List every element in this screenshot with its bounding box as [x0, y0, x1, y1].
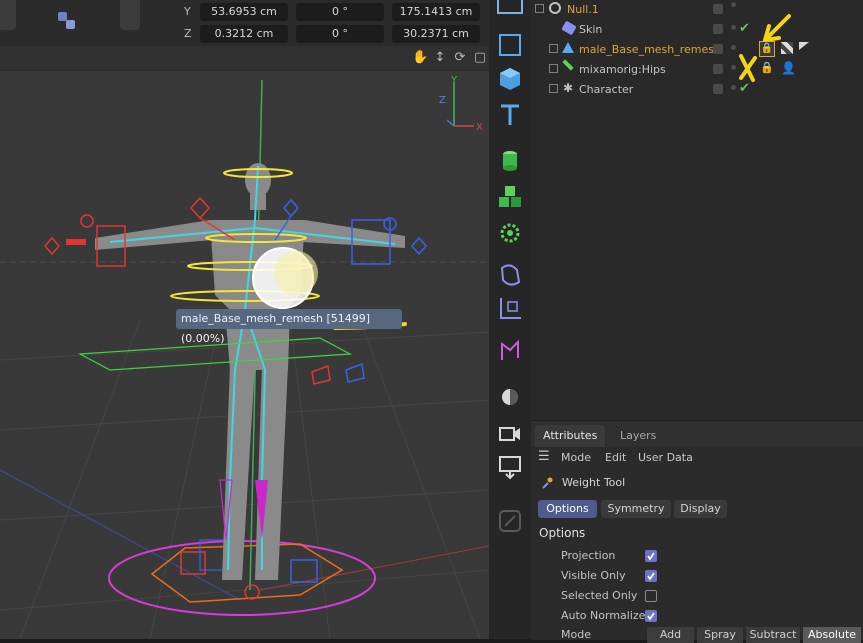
menu-mode[interactable]: Mode	[561, 451, 591, 464]
mode-absolute-button[interactable]: Absolute	[803, 627, 861, 643]
object-name: male_Base_mesh_remesh	[579, 43, 721, 56]
viewport-toolbar: ✋ ↕ ⟳ ▢	[0, 46, 489, 71]
object-name: Skin	[579, 23, 603, 36]
menu-user-data[interactable]: User Data	[638, 451, 693, 464]
character-icon: ✱	[563, 81, 574, 95]
mograph-icon[interactable]	[497, 338, 523, 364]
z-position-field[interactable]: 0.3212 cm	[200, 25, 288, 43]
window-icon[interactable]: ▢	[472, 50, 488, 66]
visibility-toggle[interactable]	[713, 24, 723, 34]
text-tool-icon[interactable]	[497, 102, 523, 128]
object-row-hips[interactable]: mixamorig:Hips 🔒 👤	[531, 59, 863, 80]
annotation-marks	[739, 14, 791, 82]
coordinates-panel: Y 53.6953 cm 0 ° 175.1413 cm Z 0.3212 cm…	[0, 0, 489, 46]
y-size-field[interactable]: 175.1413 cm	[392, 3, 480, 21]
cloner-icon[interactable]	[497, 184, 523, 210]
option-projection-checkbox[interactable]	[645, 550, 657, 562]
option-visible-only-label: Visible Only	[561, 569, 626, 582]
scene-canvas[interactable]: Y Z X	[0, 70, 489, 639]
option-auto-normalize-label: Auto Normalize	[561, 609, 646, 622]
menu-edit[interactable]: Edit	[605, 451, 626, 464]
tab-display[interactable]: Display	[674, 500, 727, 518]
move-icon[interactable]: ↕	[432, 50, 448, 66]
object-row-mesh[interactable]: male_Base_mesh_remesh 🔒	[531, 40, 863, 60]
3d-viewport[interactable]: ✋ ↕ ⟳ ▢ Y Z X male_Base_mesh_remesh [514…	[0, 46, 489, 639]
attributes-panel: Attributes Layers ☰ Mode Edit User Data …	[531, 420, 863, 643]
mesh-tooltip: male_Base_mesh_remesh [51499] (0.00%)	[176, 309, 402, 345]
object-manager: Null.1 Skin ✔ male_Base_mesh_remesh 🔒 mi…	[531, 0, 863, 420]
object-row-skin[interactable]: Skin ✔	[531, 20, 863, 40]
z-rotation-field[interactable]: 0 °	[296, 25, 384, 43]
mesh-icon	[562, 42, 574, 53]
mode-subtract-button[interactable]: Subtract	[746, 627, 800, 643]
tab-layers[interactable]: Layers	[620, 429, 656, 442]
visibility-toggle[interactable]	[713, 64, 723, 74]
camera-icon[interactable]	[497, 420, 523, 446]
mode-label: Mode	[561, 628, 591, 641]
effector-icon[interactable]	[497, 220, 523, 246]
visibility-toggle[interactable]	[713, 84, 723, 94]
hand-icon[interactable]: ✋	[412, 50, 428, 66]
expand-toggle[interactable]	[549, 64, 558, 73]
hamburger-menu-icon[interactable]: ☰	[538, 450, 550, 463]
disabled-tool-icon[interactable]	[497, 508, 523, 534]
brush-icon	[541, 477, 553, 489]
tab-options[interactable]: Options	[538, 500, 597, 518]
gizmo-x-label: X	[476, 122, 483, 133]
tab-symmetry[interactable]: Symmetry	[601, 500, 671, 518]
null-icon	[549, 2, 561, 14]
object-name: Null.1	[567, 3, 599, 16]
skin-icon	[561, 20, 577, 36]
pointer-tool-icon[interactable]	[497, 0, 523, 14]
gizmo-z-label: Z	[439, 95, 446, 106]
visibility-toggle[interactable]	[713, 44, 723, 54]
option-projection-label: Projection	[561, 549, 616, 562]
mode-add-button[interactable]: Add	[647, 627, 694, 643]
object-name: mixamorig:Hips	[579, 63, 666, 76]
expand-toggle[interactable]	[549, 44, 558, 53]
extrude-icon[interactable]	[497, 148, 523, 174]
option-visible-only-checkbox[interactable]	[645, 570, 657, 582]
section-title: Options	[539, 526, 586, 540]
object-row-null[interactable]: Null.1	[531, 0, 863, 20]
z-axis-line	[0, 469, 241, 601]
joint-icon	[562, 59, 574, 71]
rotate-icon[interactable]: ⟳	[452, 50, 468, 66]
object-name: Character	[579, 83, 634, 96]
y-axis-label: Y	[184, 5, 191, 18]
option-selected-only-checkbox[interactable]	[645, 590, 657, 602]
icon-tile-left[interactable]	[0, 0, 16, 30]
axis-gizmo: Y Z X	[439, 75, 483, 133]
gizmo-y-label: Y	[450, 75, 458, 86]
tab-attributes[interactable]: Attributes	[543, 429, 597, 442]
y-rotation-field[interactable]: 0 °	[296, 3, 384, 21]
floor-icon[interactable]	[497, 454, 523, 480]
visibility-toggle[interactable]	[713, 4, 723, 14]
mode-spray-button[interactable]: Spray	[697, 627, 743, 643]
expand-toggle[interactable]	[549, 84, 558, 93]
cube-icon[interactable]	[497, 66, 523, 92]
z-size-field[interactable]: 30.2371 cm	[392, 25, 480, 43]
tool-palette	[489, 0, 532, 639]
tool-title: Weight Tool	[562, 476, 626, 489]
spline-cube-icon[interactable]	[497, 296, 523, 322]
python-icon[interactable]	[56, 10, 78, 32]
character-mesh	[95, 163, 405, 580]
y-position-field[interactable]: 53.6953 cm	[200, 3, 288, 21]
z-axis-label: Z	[184, 27, 192, 40]
deformer-icon[interactable]	[497, 262, 523, 288]
icon-tile-right[interactable]	[120, 0, 140, 30]
cube-outline-icon[interactable]	[497, 32, 523, 58]
expand-toggle[interactable]	[535, 4, 544, 13]
option-selected-only-label: Selected Only	[561, 589, 638, 602]
light-icon[interactable]	[497, 384, 523, 410]
object-row-character[interactable]: ✱ Character ✔	[531, 80, 863, 100]
option-auto-normalize-checkbox[interactable]	[645, 610, 657, 622]
